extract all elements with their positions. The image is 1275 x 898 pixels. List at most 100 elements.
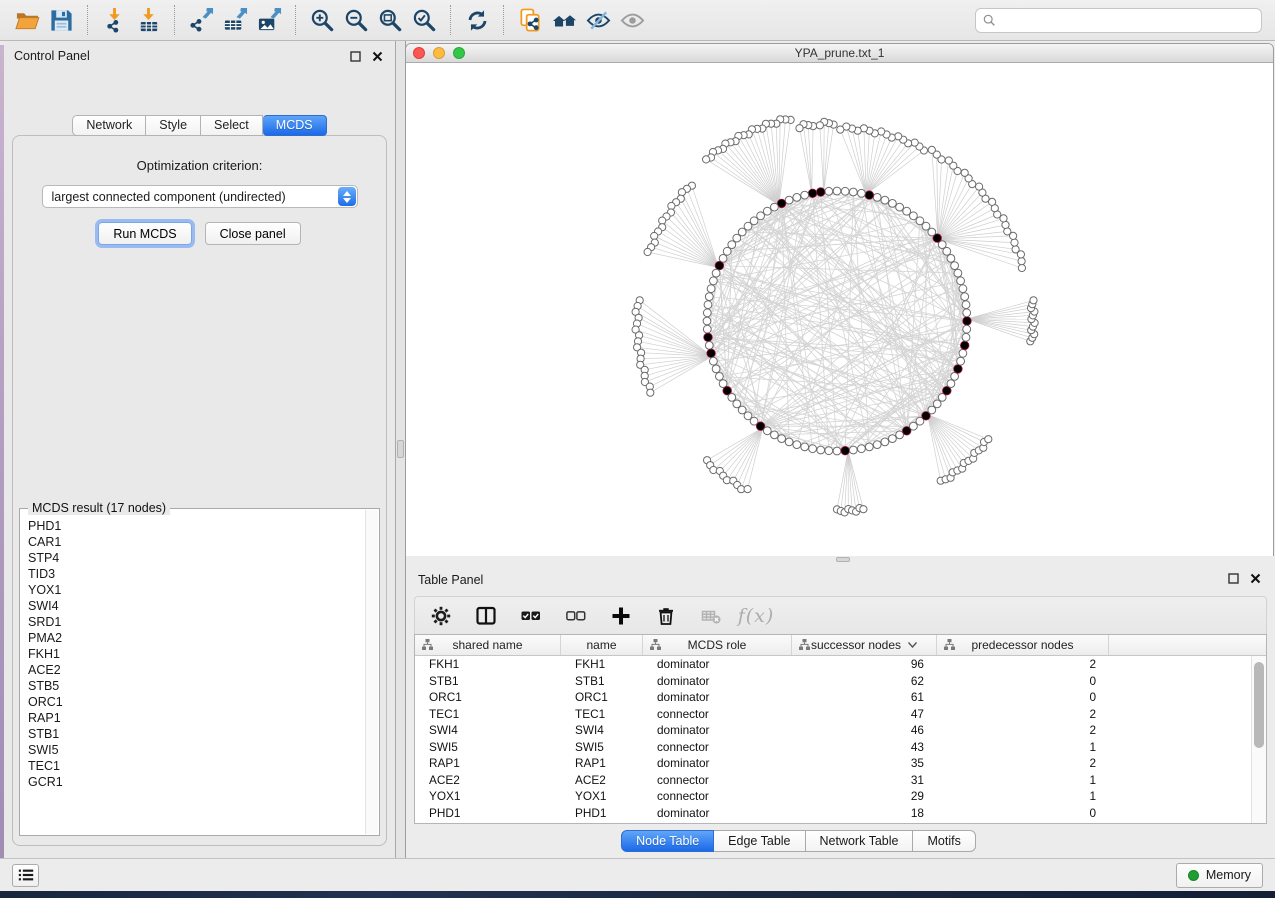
memory-button[interactable]: Memory [1176, 863, 1263, 888]
mcds-node[interactable] [960, 341, 969, 350]
graph-node[interactable] [963, 325, 971, 333]
export-table-icon[interactable] [218, 4, 252, 36]
graph-node[interactable] [793, 194, 801, 202]
graph-node[interactable] [728, 394, 736, 402]
close-panel-icon[interactable] [369, 48, 385, 64]
import-table-icon[interactable] [131, 4, 165, 36]
table-row[interactable]: TEC1TEC1connector472 [415, 706, 1266, 723]
graph-node[interactable] [933, 400, 941, 408]
graph-node[interactable] [705, 293, 713, 301]
graph-node[interactable] [858, 189, 866, 197]
column-header-mcds-role[interactable]: MCDS role [643, 635, 792, 655]
graph-node[interactable] [961, 293, 969, 301]
table-row[interactable]: SWI5SWI5connector431 [415, 739, 1266, 756]
graph-node[interactable] [705, 342, 713, 350]
graph-node[interactable] [757, 212, 765, 220]
zoom-out-icon[interactable] [339, 4, 373, 36]
table-cell[interactable]: 0 [937, 673, 1109, 690]
run-mcds-button[interactable]: Run MCDS [98, 222, 191, 245]
graph-node[interactable] [916, 217, 924, 225]
graph-node[interactable] [703, 325, 711, 333]
table-cell[interactable]: dominator [643, 673, 792, 690]
table-cell[interactable]: 18 [792, 805, 937, 822]
mcds-node[interactable] [954, 365, 963, 374]
vertical-splitter[interactable] [396, 41, 406, 858]
table-settings-gear-icon[interactable] [429, 604, 453, 628]
graph-node[interactable] [849, 188, 857, 196]
mcds-result-item[interactable]: SRD1 [28, 614, 363, 630]
table-row[interactable]: RAP1RAP1dominator352 [415, 755, 1266, 772]
table-cell[interactable]: ACE2 [561, 772, 643, 789]
table-cell[interactable]: dominator [643, 755, 792, 772]
mcds-result-item[interactable]: STB1 [28, 726, 363, 742]
graph-node[interactable] [947, 380, 955, 388]
tab-mcds[interactable]: MCDS [263, 115, 327, 136]
table-cell[interactable]: 2 [937, 656, 1109, 673]
home-network-icon[interactable] [547, 4, 581, 36]
table-cell[interactable]: 0 [937, 689, 1109, 706]
table-cell[interactable]: FKH1 [561, 656, 643, 673]
table-cell[interactable]: YOX1 [561, 788, 643, 805]
graph-node[interactable] [963, 309, 971, 317]
graph-node[interactable] [703, 309, 711, 317]
mcds-result-item[interactable]: SWI5 [28, 742, 363, 758]
close-panel-button[interactable]: Close panel [205, 222, 301, 245]
graph-node[interactable] [954, 269, 962, 277]
task-history-button[interactable] [12, 864, 39, 887]
table-cell[interactable]: 2 [937, 755, 1109, 772]
search-input[interactable] [1001, 13, 1254, 27]
table-cell[interactable]: STB1 [415, 673, 561, 690]
mcds-node[interactable] [808, 189, 817, 198]
table-cell[interactable]: 29 [792, 788, 937, 805]
mcds-result-item[interactable]: TID3 [28, 566, 363, 582]
graph-node[interactable] [723, 247, 731, 255]
column-header-successor-nodes[interactable]: successor nodes [792, 635, 937, 655]
graph-node[interactable] [778, 435, 786, 443]
table-cell[interactable]: RAP1 [561, 755, 643, 772]
graph-node[interactable] [825, 447, 833, 455]
mcds-result-item[interactable]: SWI4 [28, 598, 363, 614]
table-cell[interactable]: dominator [643, 722, 792, 739]
tab-edge-table[interactable]: Edge Table [714, 830, 805, 852]
graph-node[interactable] [763, 427, 771, 435]
graph-node[interactable] [710, 357, 718, 365]
graph-node[interactable] [785, 438, 793, 446]
table-row[interactable]: STB1STB1dominator620 [415, 673, 1266, 690]
close-table-panel-icon[interactable] [1247, 571, 1263, 587]
graph-node[interactable] [951, 373, 959, 381]
mcds-node[interactable] [704, 333, 713, 342]
table-cell[interactable]: FKH1 [415, 656, 561, 673]
mcds-node[interactable] [707, 349, 716, 358]
table-cell[interactable]: ORC1 [415, 689, 561, 706]
table-cell[interactable]: TEC1 [561, 706, 643, 723]
graph-node[interactable] [910, 422, 918, 430]
column-header-name[interactable]: name [561, 635, 643, 655]
graph-node[interactable] [959, 285, 967, 293]
graph-node[interactable] [849, 446, 857, 454]
graph-node[interactable] [817, 446, 825, 454]
graph-node[interactable] [881, 438, 889, 446]
graph-node[interactable] [833, 187, 841, 195]
table-cell[interactable]: connector [643, 706, 792, 723]
graph-node[interactable] [957, 277, 965, 285]
table-cell[interactable]: ORC1 [561, 689, 643, 706]
graph-node[interactable] [801, 191, 809, 199]
table-cell[interactable]: 1 [937, 788, 1109, 805]
add-column-icon[interactable] [609, 604, 633, 628]
table-cell[interactable]: 2 [937, 722, 1109, 739]
table-cell[interactable]: PHD1 [415, 805, 561, 822]
table-cell[interactable]: PHD1 [561, 805, 643, 822]
result-scrollbar[interactable] [365, 510, 378, 834]
table-cell[interactable]: ACE2 [415, 772, 561, 789]
graph-node[interactable] [947, 255, 955, 263]
mcds-node[interactable] [715, 261, 724, 270]
table-cell[interactable]: 43 [792, 739, 937, 756]
graph-node[interactable] [959, 349, 967, 357]
mcds-result-item[interactable]: STP4 [28, 550, 363, 566]
table-cell[interactable]: dominator [643, 689, 792, 706]
table-cell[interactable]: SWI4 [561, 722, 643, 739]
import-network-icon[interactable] [97, 4, 131, 36]
mcds-result-item[interactable]: CAR1 [28, 534, 363, 550]
copy-network-icon[interactable] [513, 4, 547, 36]
graph-node[interactable] [889, 435, 897, 443]
